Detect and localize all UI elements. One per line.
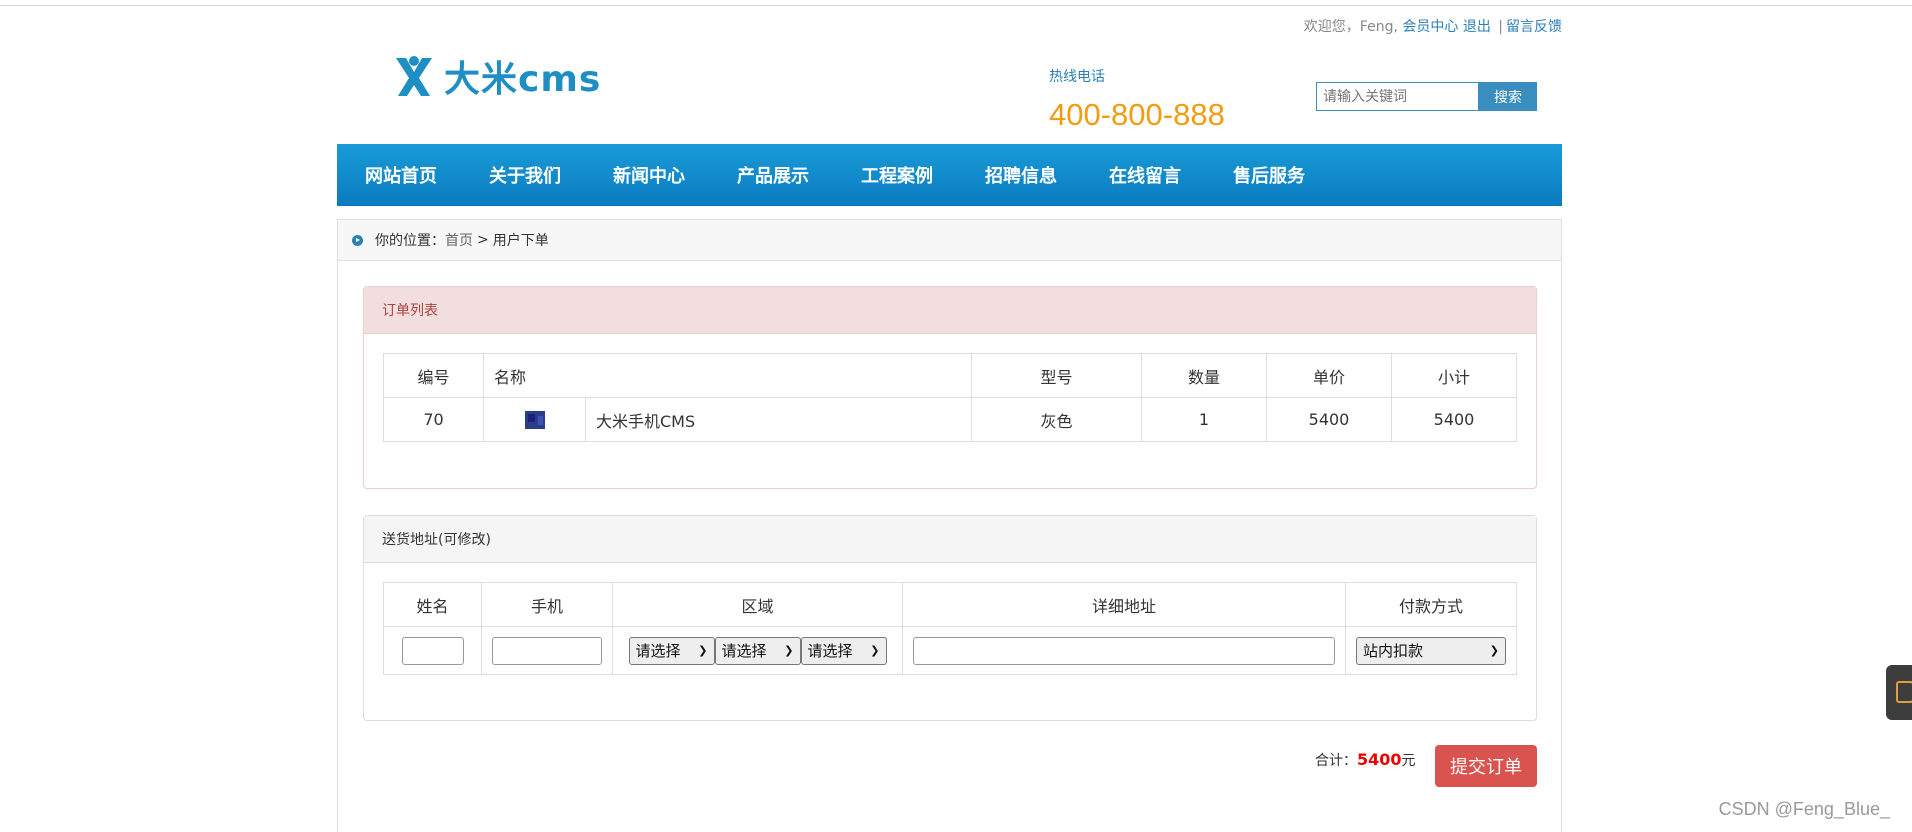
hotline-number: 400-800-888 [1049,97,1225,132]
payment-select-value: 站内扣款 [1363,642,1424,660]
table-row: 请选择 ❯ 请选择 ❯ 请选择 ❯ 站内扣款 ❯ [383,626,1517,675]
hotline: 热线电话 400-800-888 [1049,66,1225,133]
payment-method-select[interactable]: 站内扣款 ❯ [1356,636,1506,665]
chevron-down-icon: ❯ [698,644,708,657]
col-recipient: 姓名 [383,582,482,627]
cell-thumb [483,397,586,442]
breadcrumb: 你的位置： 首页 > 用户下单 [338,220,1561,261]
nav-item-products[interactable]: 产品展示 [737,162,809,188]
detail-address-input[interactable] [913,636,1335,665]
nav-item-message[interactable]: 在线留言 [1109,162,1181,188]
col-model: 型号 [971,353,1142,398]
col-subtotal: 小计 [1391,353,1517,398]
order-table: 编号 名称 型号 数量 单价 小计 70 大米手机CMS 灰色 1 5400 5… [383,353,1517,442]
search-box: 搜索 [1316,82,1537,111]
nav-item-jobs[interactable]: 招聘信息 [985,162,1057,188]
chevron-down-icon: ❯ [784,644,794,657]
cell-recipient [383,626,482,675]
district-select-value: 请选择 [807,642,853,660]
cell-subtotal: 5400 [1391,397,1517,442]
col-detail-address: 详细地址 [902,582,1346,627]
welcome-bar: 欢迎您，Feng, 会员中心 退出 | 留言反馈 [1304,16,1562,36]
watermark: CSDN @Feng_Blue_ [1718,799,1890,819]
col-price: 单价 [1266,353,1392,398]
col-name: 名称 [483,353,972,398]
col-id: 编号 [383,353,484,398]
order-list-panel: 订单列表 编号 名称 型号 数量 单价 小计 70 大米手机CMS 灰色 1 5… [363,286,1537,489]
col-qty: 数量 [1141,353,1267,398]
total-label: 合计： [1315,753,1357,769]
separator: | [1498,19,1503,35]
member-center-link[interactable]: 会员中心 [1402,19,1458,35]
nav-item-home[interactable]: 网站首页 [365,162,437,188]
total-currency: 元 [1401,753,1416,769]
order-list-title: 订单列表 [364,287,1536,334]
breadcrumb-prefix: 你的位置： [375,233,445,249]
address-table: 姓名 手机 区域 详细地址 付款方式 请选择 ❯ 请选择 ❯ 请选择 ❯ 站内扣款 ❯ [383,582,1517,675]
submit-order-button[interactable]: 提交订单 [1435,745,1537,787]
city-select[interactable]: 请选择 ❯ [714,636,801,665]
logout-link[interactable]: 退出 [1463,19,1491,35]
cell-id: 70 [383,397,484,442]
logo-icon [396,56,432,96]
province-select[interactable]: 请选择 ❯ [628,636,715,665]
col-region: 区域 [612,582,903,627]
nav-item-news[interactable]: 新闻中心 [613,162,685,188]
cell-price: 5400 [1266,397,1392,442]
chevron-down-icon: ❯ [870,644,880,657]
welcome-text: 欢迎您，Feng, [1303,19,1398,35]
top-border [0,5,1912,6]
nav-item-about[interactable]: 关于我们 [489,162,561,188]
cell-detail-address [902,626,1346,675]
col-payment: 付款方式 [1345,582,1517,627]
cell-model: 灰色 [971,397,1142,442]
breadcrumb-home-link[interactable]: 首页 [445,230,473,250]
address-panel: 送货地址(可修改) 姓名 手机 区域 详细地址 付款方式 请选择 ❯ 请选择 ❯ 请选择… [363,515,1537,721]
city-select-value: 请选择 [721,642,767,660]
nav-item-cases[interactable]: 工程案例 [861,162,933,188]
col-phone: 手机 [481,582,613,627]
phone-input[interactable] [492,636,602,665]
logo-text: 大米cms [444,59,602,100]
order-total: 合计：5400元 [1315,750,1416,770]
chevron-down-icon: ❯ [1489,644,1499,657]
total-value: 5400 [1357,750,1402,769]
table-header-row: 姓名 手机 区域 详细地址 付款方式 [383,582,1517,627]
product-thumbnail[interactable] [524,411,545,430]
cell-product-name[interactable]: 大米手机CMS [585,397,972,442]
breadcrumb-current: 用户下单 [492,233,549,249]
arrow-circle-icon [352,234,363,246]
cell-qty: 1 [1141,397,1267,442]
cell-region: 请选择 ❯ 请选择 ❯ 请选择 ❯ [612,626,903,675]
nav-item-service[interactable]: 售后服务 [1233,162,1305,188]
address-title: 送货地址(可修改) [364,516,1536,563]
breadcrumb-arrow: > [477,232,489,248]
search-input[interactable] [1316,82,1479,111]
table-header-row: 编号 名称 型号 数量 单价 小计 [383,353,1517,398]
hotline-label: 热线电话 [1049,69,1105,85]
side-float-widget[interactable] [1886,665,1912,720]
district-select[interactable]: 请选择 ❯ [800,636,887,665]
province-select-value: 请选择 [635,642,681,660]
search-button[interactable]: 搜索 [1479,82,1537,111]
recipient-name-input[interactable] [401,636,464,665]
content-panel: 你的位置： 首页 > 用户下单 订单列表 编号 名称 型号 数量 单价 小计 7… [337,219,1562,832]
main-nav: 网站首页 关于我们 新闻中心 产品展示 工程案例 招聘信息 在线留言 售后服务 [337,144,1562,206]
table-row: 70 大米手机CMS 灰色 1 5400 5400 [383,397,1517,442]
site-logo[interactable]: 大米cms [392,50,601,102]
feedback-link[interactable]: 留言反馈 [1506,19,1562,35]
cell-payment: 站内扣款 ❯ [1345,626,1517,675]
cell-phone [481,626,613,675]
